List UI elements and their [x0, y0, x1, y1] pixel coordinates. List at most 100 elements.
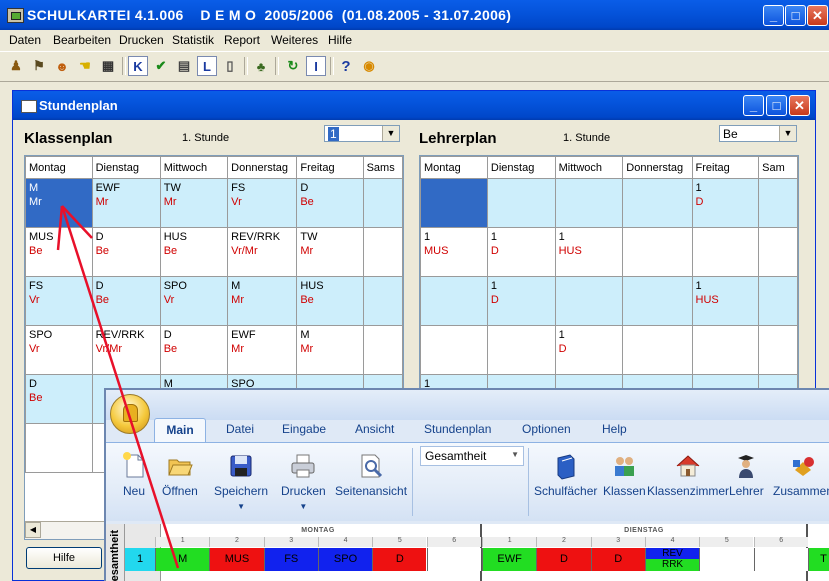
menu-daten[interactable]: Daten: [9, 33, 41, 47]
lesson-slot[interactable]: EWF: [482, 548, 537, 571]
chevron-down-icon[interactable]: ▼: [511, 450, 519, 459]
timetable-cell[interactable]: [622, 178, 693, 228]
check-icon[interactable]: ✔: [151, 56, 171, 76]
timetable-cell[interactable]: FS Vr: [25, 276, 93, 326]
timetable-cell[interactable]: [420, 276, 488, 326]
lesson-slot[interactable]: MUS: [209, 548, 264, 571]
teacher-icon[interactable]: ⚑: [29, 56, 49, 76]
bell-icon[interactable]: [110, 394, 150, 434]
tab-main[interactable]: Main: [154, 418, 206, 442]
table-icon[interactable]: ▦: [98, 56, 118, 76]
column-header[interactable]: Freitag: [296, 156, 364, 179]
timetable-cell[interactable]: [758, 325, 798, 375]
timetable-cell[interactable]: [25, 423, 93, 473]
lesson-slot[interactable]: SPO: [317, 548, 373, 571]
timetable-cell[interactable]: [758, 227, 798, 277]
timetable-cell[interactable]: HUS Be: [296, 276, 364, 326]
child-minimize-button[interactable]: _: [743, 95, 764, 116]
timetable-cell[interactable]: M Mr: [25, 178, 93, 228]
klassenzimmer-button[interactable]: Klassenzimmer: [647, 452, 729, 498]
timetable-cell[interactable]: REV/RRK Vr/Mr: [227, 227, 298, 277]
view-select[interactable]: Gesamtheit ▼: [420, 446, 524, 466]
menu-weiteres[interactable]: Weiteres: [271, 33, 318, 47]
menu-report[interactable]: Report: [224, 33, 260, 47]
timetable-cell[interactable]: [362, 227, 403, 277]
timetable-cell[interactable]: [622, 276, 693, 326]
timetable-cell[interactable]: [622, 227, 693, 277]
tab-ansicht[interactable]: Ansicht: [355, 422, 394, 436]
timetable-cell[interactable]: SPO Vr: [159, 276, 229, 326]
timetable-cell[interactable]: [420, 325, 488, 375]
class-select[interactable]: 1 ▼: [324, 125, 400, 142]
lehrer-button[interactable]: Lehrer: [729, 452, 764, 498]
lesson-slot[interactable]: [426, 548, 481, 571]
timetable-cell[interactable]: 1D: [554, 325, 624, 375]
timetable-cell[interactable]: 1D: [486, 276, 556, 326]
column-header[interactable]: Dienstag: [91, 156, 161, 179]
timetable-cell[interactable]: [758, 276, 798, 326]
maximize-button[interactable]: □: [785, 5, 806, 26]
timetable-cell[interactable]: 1D: [691, 178, 760, 228]
timetable-cell[interactable]: D Be: [91, 227, 161, 277]
menu-statistik[interactable]: Statistik: [172, 33, 214, 47]
lesson-slot[interactable]: FS: [263, 548, 318, 571]
minimize-button[interactable]: _: [763, 5, 784, 26]
scroll-left-icon[interactable]: ◀: [25, 522, 41, 538]
column-header[interactable]: Donnerstag: [622, 156, 693, 179]
schulfaecher-button[interactable]: Schulfächer: [534, 452, 597, 498]
timetable-cell[interactable]: [362, 178, 403, 228]
timetable-cell[interactable]: D Be: [91, 276, 161, 326]
timetable-cell[interactable]: [362, 276, 403, 326]
timetable-cell[interactable]: [362, 325, 403, 375]
column-header[interactable]: Donnerstag: [227, 156, 298, 179]
timetable-cell[interactable]: D Be: [296, 178, 364, 228]
menu-hilfe[interactable]: Hilfe: [328, 33, 352, 47]
neu-button[interactable]: Neu: [120, 452, 148, 498]
refresh-icon[interactable]: ↻: [283, 56, 303, 76]
globe-icon[interactable]: ◉: [359, 56, 379, 76]
timetable-cell[interactable]: HUS Be: [159, 227, 229, 277]
child-close-button[interactable]: ✕: [789, 95, 810, 116]
timetable-cell[interactable]: EWF Mr: [91, 178, 161, 228]
column-header[interactable]: Montag: [420, 156, 488, 179]
calculator-icon[interactable]: ▤: [174, 56, 194, 76]
lesson-slot[interactable]: D: [536, 548, 591, 571]
close-button[interactable]: ✕: [807, 5, 828, 26]
zusammen-button[interactable]: Zusammen: [773, 452, 829, 498]
oeffnen-button[interactable]: Öffnen: [162, 452, 198, 498]
column-header[interactable]: Mittwoch: [159, 156, 229, 179]
timetable-cell[interactable]: [486, 178, 556, 228]
lesson-slot[interactable]: RRK: [644, 559, 700, 571]
timetable-cell[interactable]: M Mr: [227, 276, 298, 326]
lesson-slot[interactable]: D: [590, 548, 645, 571]
child-maximize-button[interactable]: □: [766, 95, 787, 116]
tab-eingabe[interactable]: Eingabe: [282, 422, 326, 436]
tab-help[interactable]: Help: [602, 422, 627, 436]
lesson-slot[interactable]: [753, 548, 808, 571]
lesson-slot[interactable]: M: [155, 548, 210, 571]
timetable-cell[interactable]: [420, 178, 488, 228]
timetable-cell[interactable]: [622, 325, 693, 375]
timetable-cell[interactable]: 1 MUS: [420, 227, 488, 277]
klassen-button[interactable]: Klassen: [603, 452, 646, 498]
timetable-cell[interactable]: TW Mr: [159, 178, 229, 228]
help-icon[interactable]: ?: [336, 56, 356, 76]
timetable-cell[interactable]: FS Vr: [227, 178, 298, 228]
timetable-cell[interactable]: TW Mr: [296, 227, 364, 277]
column-header[interactable]: Sam: [758, 156, 798, 179]
speichern-button[interactable]: Speichern ▼: [214, 452, 268, 512]
timetable-cell[interactable]: 1D: [486, 227, 556, 277]
timetable-cell[interactable]: D Be: [159, 325, 229, 375]
hilfe-button[interactable]: Hilfe: [26, 547, 102, 569]
timetable-cell[interactable]: EWF Mr: [227, 325, 298, 375]
chevron-down-icon[interactable]: ▼: [382, 126, 399, 141]
lesson-slot[interactable]: [699, 548, 754, 571]
people-icon[interactable]: ♣: [251, 56, 271, 76]
column-header[interactable]: Mittwoch: [554, 156, 624, 179]
tab-stundenplan[interactable]: Stundenplan: [424, 422, 491, 436]
teacher-select[interactable]: Be ▼: [719, 125, 797, 142]
timetable-cell[interactable]: MUS Be: [25, 227, 93, 277]
column-header[interactable]: Montag: [25, 156, 93, 179]
timetable-cell[interactable]: 1 HUS: [691, 276, 760, 326]
tab-datei[interactable]: Datei: [226, 422, 254, 436]
